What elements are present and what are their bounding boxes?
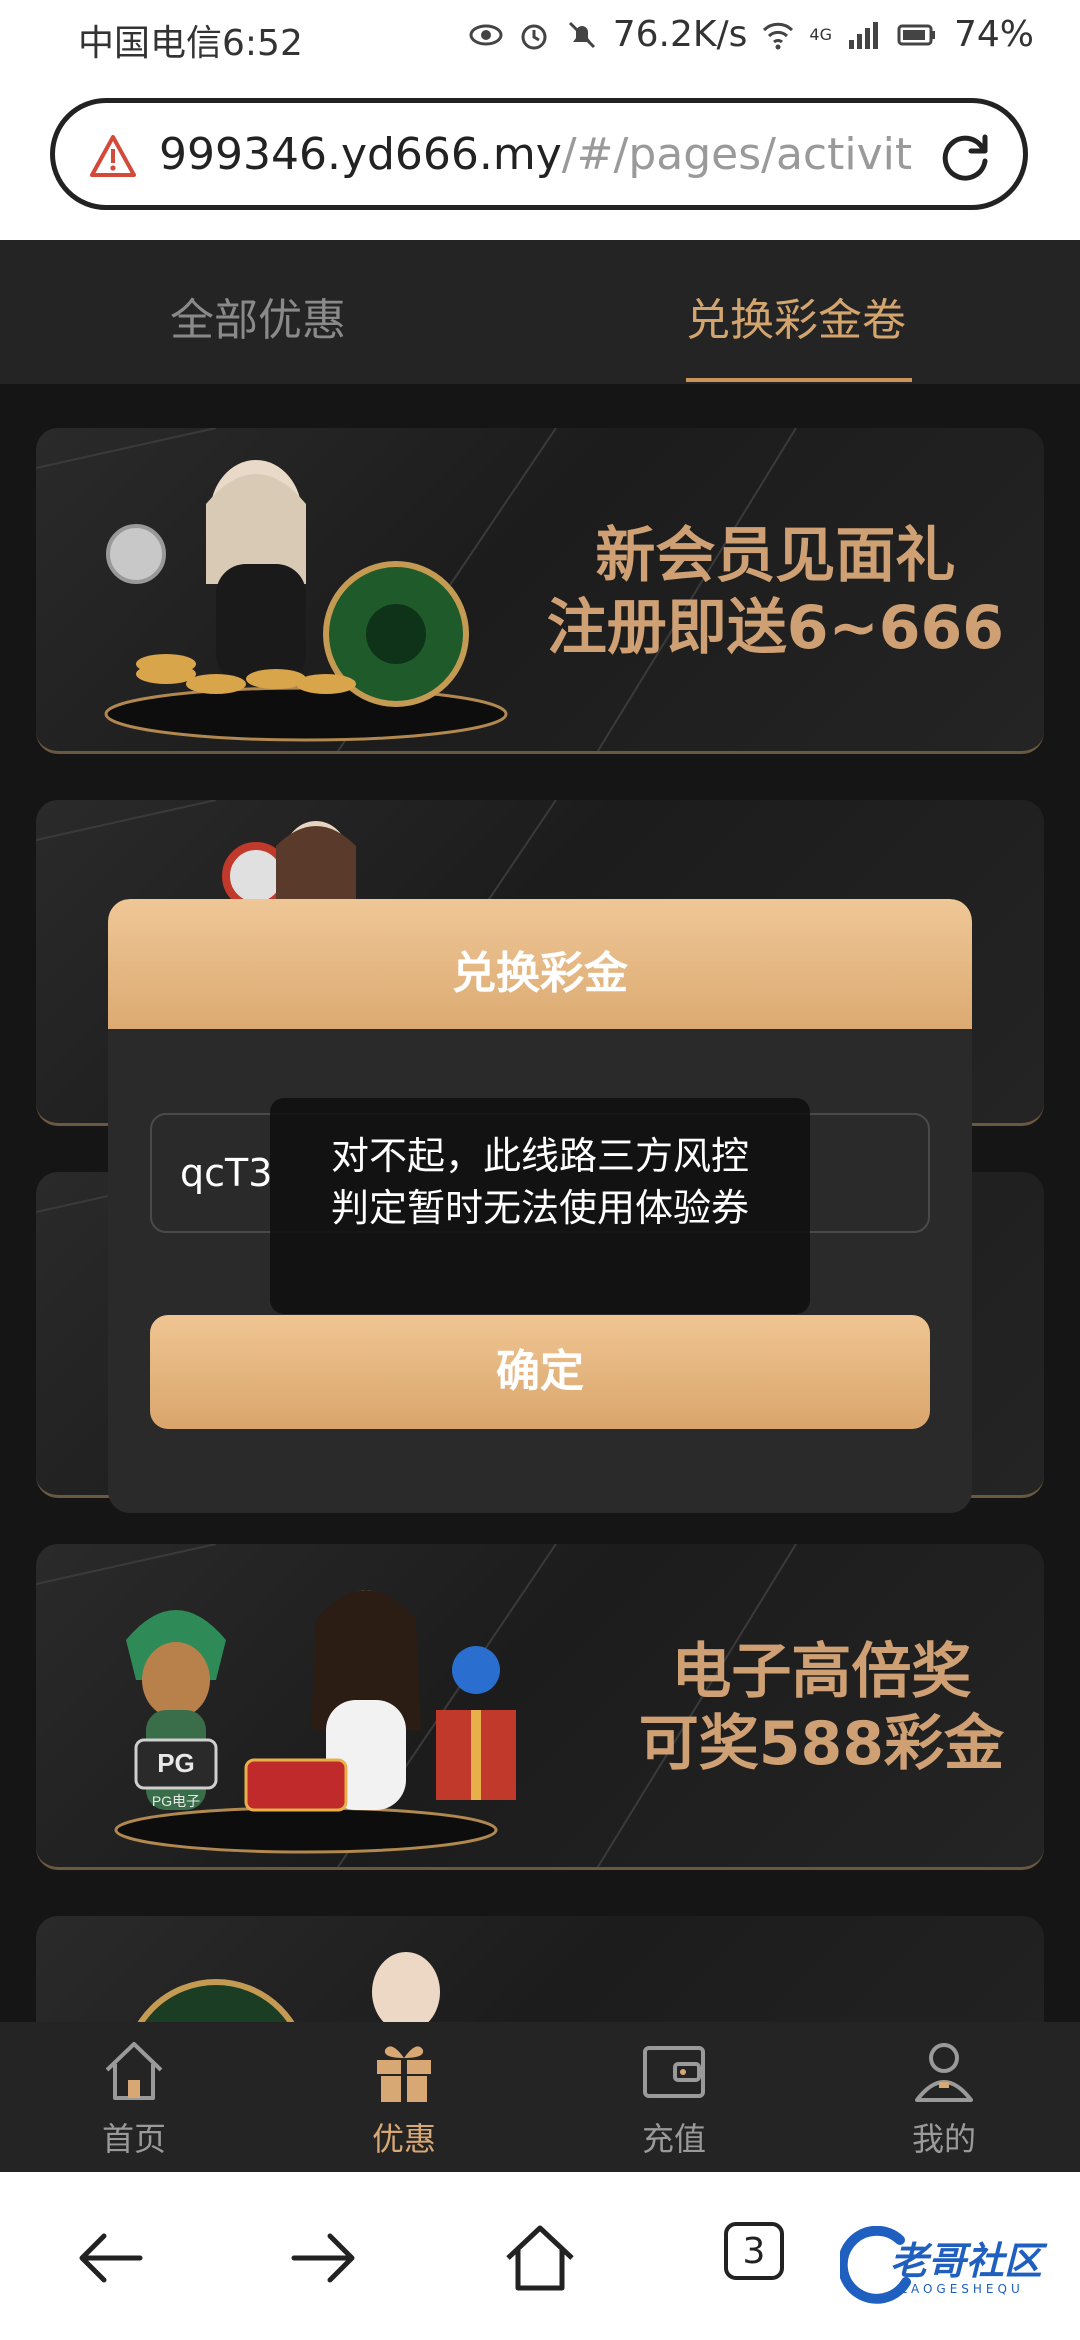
wallet-icon <box>643 2046 705 2098</box>
promo-art-slots: PG PG电子 <box>114 1590 516 1854</box>
watermark-subtext: LAOGESHEQU <box>900 2282 1024 2296</box>
promo-text: 电子高倍奖 可奖588彩金 <box>639 1636 1004 1780</box>
forward-icon[interactable] <box>284 2218 364 2298</box>
nav-label: 充值 <box>641 2120 706 2158</box>
wifi-icon <box>763 22 794 49</box>
tab-all-promos[interactable]: 全部优惠 <box>170 284 346 348</box>
eye-icon <box>469 24 503 45</box>
promo-title: 电子高倍奖 <box>671 1637 972 1707</box>
nav-label: 首页 <box>101 2120 166 2158</box>
home-page-icon[interactable] <box>500 2218 580 2298</box>
promo-card-slots[interactable]: PG PG电子 电子高倍奖 可奖588彩金 <box>36 1544 1044 1870</box>
tab-active-underline <box>686 378 912 382</box>
browser-toolbar: 999346.yd666.my/#/pages/activit <box>0 80 1080 240</box>
back-icon[interactable] <box>70 2218 150 2298</box>
network-type: 4G <box>809 25 832 44</box>
battery-percent: 74% <box>953 14 1034 55</box>
net-speed: 76.2K/s <box>612 14 748 55</box>
nav-label: 我的 <box>911 2120 976 2158</box>
tab-count-button[interactable]: 3 <box>724 2222 784 2280</box>
url-path: /#/pages/activit <box>561 129 913 180</box>
bottom-nav: 首页 优惠 充值 我的 <box>0 2022 1080 2172</box>
confirm-button[interactable]: 确定 <box>150 1315 930 1429</box>
url-bar[interactable]: 999346.yd666.my/#/pages/activit <box>50 98 1028 210</box>
promo-title: 新会员见面礼 <box>595 521 956 591</box>
user-icon <box>915 2043 973 2102</box>
nav-deposit[interactable]: 充值 <box>584 2036 764 2160</box>
dialog-title: 兑换彩金 <box>452 948 628 999</box>
promo-tabs: 全部优惠 兑换彩金卷 <box>0 240 1080 384</box>
url-text[interactable]: 999346.yd666.my/#/pages/activit <box>159 129 949 180</box>
nav-label: 优惠 <box>371 2120 436 2158</box>
status-bar: 中国电信6:52 76.2K/s 4G 74% <box>0 0 1080 80</box>
watermark-text: 老哥社区 <box>890 2239 1043 2283</box>
battery-icon <box>897 24 935 45</box>
nav-profile[interactable]: 我的 <box>854 2036 1034 2160</box>
promo-art-casino <box>104 460 508 742</box>
warning-icon[interactable] <box>89 133 137 179</box>
dialog-header: 兑换彩金 <box>108 899 972 1029</box>
gift-icon <box>377 2046 431 2102</box>
promo-subtitle: 可奖588彩金 <box>638 1709 1004 1779</box>
alarm-icon <box>521 24 547 49</box>
error-toast: 对不起，此线路三方风控判定暂时无法使用体验券 <box>270 1098 810 1314</box>
signal-icon <box>848 21 878 49</box>
home-icon <box>105 2042 163 2100</box>
pg-badge: PG <box>157 1748 195 1778</box>
tab-redeem-voucher[interactable]: 兑换彩金卷 <box>686 284 906 348</box>
carrier-time: 中国电信6:52 <box>78 23 303 64</box>
pg-badge-sub: PG电子 <box>152 1793 200 1809</box>
nav-home[interactable]: 首页 <box>44 2036 224 2160</box>
reload-icon[interactable] <box>935 127 995 187</box>
url-host: 999346.yd666.my <box>159 129 562 180</box>
promo-card-new-member[interactable]: 新会员见面礼 注册即送6~666 <box>36 428 1044 754</box>
watermark-logo: 老哥社区 LAOGESHEQU <box>840 2222 1070 2308</box>
status-icons: 76.2K/s 4G 74% <box>469 14 1034 55</box>
nav-promos[interactable]: 优惠 <box>314 2036 494 2160</box>
promo-text: 新会员见面礼 注册即送6~666 <box>547 520 1004 664</box>
mute-bell-icon <box>568 21 595 48</box>
promo-subtitle: 注册即送6~666 <box>546 593 1004 663</box>
